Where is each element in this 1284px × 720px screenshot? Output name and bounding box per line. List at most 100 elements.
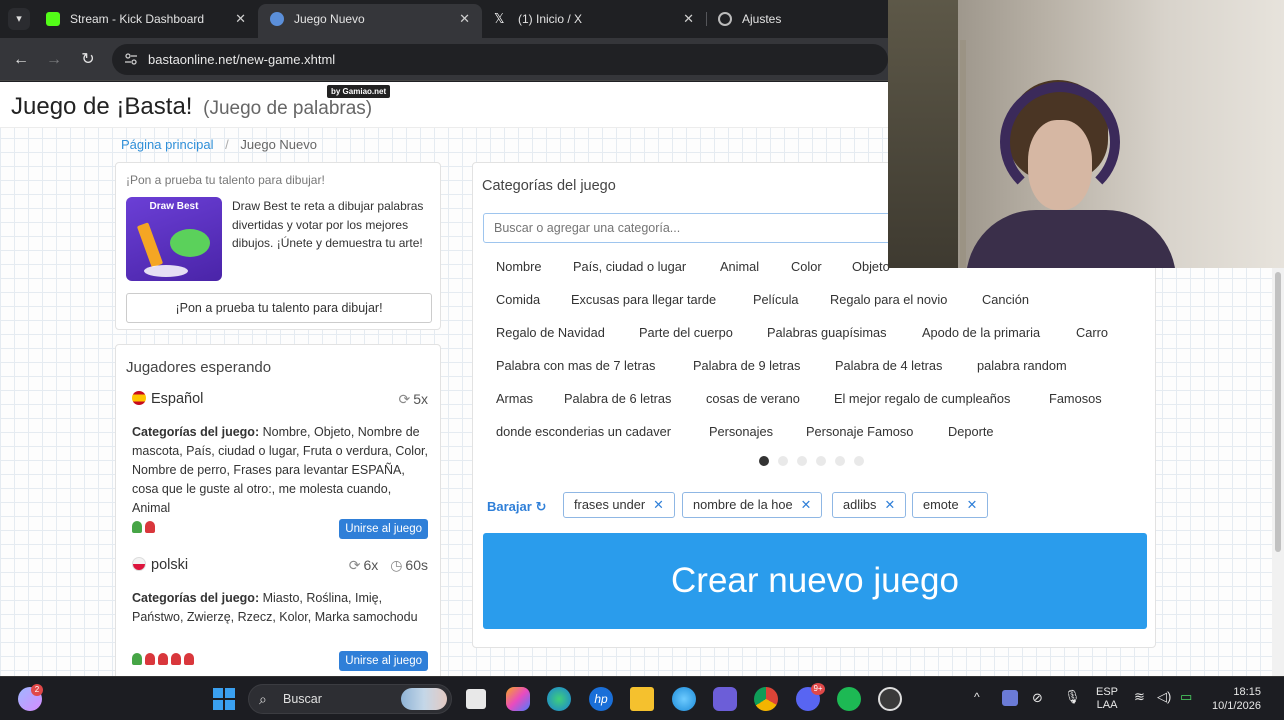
copilot-icon[interactable] [506,687,530,711]
category-chip[interactable]: País, ciudad o lugar [573,259,686,274]
notification-badge: 2 [31,684,43,696]
reload-icon[interactable]: ↻ [77,49,99,71]
input-language-indicator[interactable]: ESP LAA [1096,686,1118,712]
create-new-game-button[interactable]: Crear nuevo juego [483,533,1147,629]
webcam-shelf [888,0,958,268]
chrome-icon[interactable] [754,687,778,711]
category-chip[interactable]: Palabra con mas de 7 letras [496,358,655,373]
selected-category-label: nombre de la hoe [693,497,793,512]
headphones-icon [1000,82,1120,202]
remove-tag-icon[interactable]: ✕ [967,497,978,512]
page-dot[interactable] [835,456,845,466]
tab-settings[interactable]: Ajustes [706,4,888,34]
page-title[interactable]: Juego de ¡Basta! (Juego de palabras) [11,93,372,121]
category-chip[interactable]: El mejor regalo de cumpleaños [834,391,1010,406]
tray-app-icon[interactable] [1002,690,1018,706]
page-dot[interactable] [797,456,807,466]
hp-icon[interactable]: hp [589,687,613,711]
tab-kick-dashboard[interactable]: Stream - Kick Dashboard ✕ [34,4,258,34]
spotify-icon[interactable] [837,687,861,711]
category-chip[interactable]: Carro [1076,325,1108,340]
remove-tag-icon[interactable]: ✕ [801,497,812,512]
obs-icon[interactable] [878,687,902,711]
category-chip[interactable]: donde esconderias un cadaver [496,424,671,439]
page-dot[interactable] [854,456,864,466]
category-chip[interactable]: Película [753,292,799,307]
category-chip[interactable]: Palabra de 6 letras [564,391,671,406]
site-info-icon[interactable] [124,52,138,66]
page-dot[interactable] [816,456,826,466]
pagination-dots [759,453,873,471]
tab-title: Juego Nuevo [294,12,365,26]
remove-tag-icon[interactable]: ✕ [653,497,664,512]
search-highlight-image [401,688,447,710]
category-chip[interactable]: Personaje Famoso [806,424,913,439]
category-chip[interactable]: Palabras guapísimas [767,325,887,340]
volume-icon[interactable]: ◁) [1157,689,1171,705]
category-chip[interactable]: Regalo para el novio [830,292,947,307]
gamiao-badge[interactable]: by Gamiao.net [327,85,391,98]
category-chip[interactable]: Personajes [709,424,773,439]
show-hidden-icons-chevron-icon[interactable]: ^ [974,690,980,704]
category-chip[interactable]: Armas [496,391,533,406]
category-chip[interactable]: cosas de verano [706,391,800,406]
teams-icon[interactable] [713,687,737,711]
category-chip[interactable]: Parte del cuerpo [639,325,733,340]
breadcrumb-home-link[interactable]: Página principal [121,137,214,152]
page-scrollbar[interactable] [1272,268,1284,676]
close-tab-icon[interactable]: ✕ [683,4,694,34]
spain-flag-icon [132,391,146,405]
microphone-icon[interactable]: 🎙︎ [1064,689,1081,705]
category-chip[interactable]: Nombre [496,259,542,274]
file-explorer-icon[interactable] [630,687,654,711]
selected-category-label: adlibs [843,497,877,512]
category-chip[interactable]: Famosos [1049,391,1102,406]
join-game-button[interactable]: Unirse al juego [339,519,428,539]
category-chip[interactable]: Deporte [948,424,994,439]
forward-arrow-icon[interactable]: → [43,49,65,71]
scrollbar-thumb[interactable] [1275,272,1281,552]
clock[interactable]: 18:15 10/1/2026 [1212,685,1261,713]
wifi-icon[interactable]: ≋ [1134,689,1145,705]
windows-start-icon[interactable] [212,687,236,711]
categories-label: Categorías del juego: [132,591,260,605]
category-chip[interactable]: palabra random [977,358,1067,373]
category-chip[interactable]: Canción [982,292,1029,307]
clock-time: 18:15 [1233,686,1261,698]
category-chip[interactable]: Comida [496,292,540,307]
tab-search-menu-button[interactable]: ▾ [8,8,30,30]
back-arrow-icon[interactable]: ← [10,49,32,71]
category-chip[interactable]: Objeto [852,259,890,274]
category-chip[interactable]: Excusas para llegar tarde [571,292,716,307]
selected-category-tag: adlibs ✕ [832,492,907,518]
category-chip[interactable]: Regalo de Navidad [496,325,605,340]
tab-juego-nuevo[interactable]: Juego Nuevo ✕ [258,4,482,38]
taskbar-search-box[interactable]: ⌕ Buscar [248,684,452,714]
page-dot[interactable] [778,456,788,466]
chatgpt-icon[interactable] [672,687,696,711]
edge-icon[interactable] [547,687,571,711]
rounds-icon: ⟳ [348,557,361,573]
close-tab-icon[interactable]: ✕ [235,4,246,34]
tab-x-home[interactable]: 𝕏 (1) Inicio / X ✕ [482,4,706,34]
battery-icon[interactable]: ▭ [1180,689,1192,705]
category-chip[interactable]: Apodo de la primaria [922,325,1040,340]
close-tab-icon[interactable]: ✕ [459,4,470,34]
address-bar[interactable]: bastaonline.net/new-game.xhtml [112,44,888,75]
draw-best-button[interactable]: ¡Pon a prueba tu talento para dibujar! [126,293,432,323]
category-chip[interactable]: Color [791,259,822,274]
pencil-illustration-icon [137,222,210,277]
task-view-icon[interactable] [466,689,486,709]
network-off-icon[interactable]: ⊘ [1032,690,1043,706]
x-logo-icon: 𝕏 [494,11,505,26]
category-chip[interactable]: Palabra de 4 letras [835,358,942,373]
shuffle-button[interactable]: Barajar ↻ [487,499,546,515]
remove-tag-icon[interactable]: ✕ [884,497,895,512]
join-game-button[interactable]: Unirse al juego [339,651,428,671]
draw-best-image[interactable]: Draw Best [126,197,222,281]
category-chip[interactable]: Animal [720,259,759,274]
player-pawn-icon [171,653,181,665]
player-pawns [132,521,158,536]
page-dot[interactable] [759,456,769,466]
category-chip[interactable]: Palabra de 9 letras [693,358,800,373]
